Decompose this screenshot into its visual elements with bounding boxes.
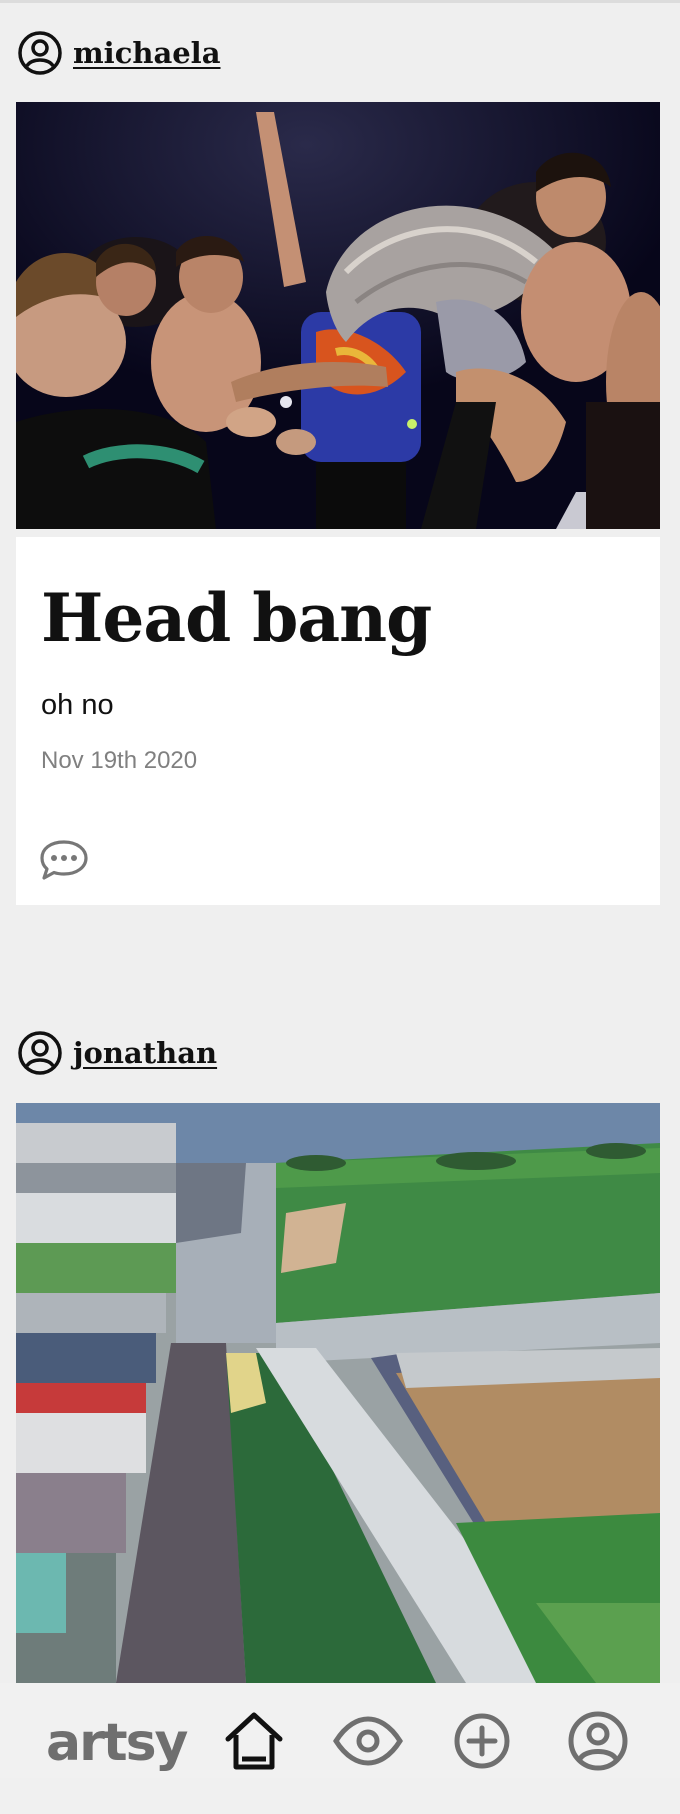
crowd-photo-image (16, 102, 660, 529)
tab-create[interactable] (442, 1701, 522, 1781)
post-card: Head bang oh no Nov 19th 2020 (16, 537, 660, 905)
tab-home[interactable] (214, 1701, 294, 1781)
artsy-logo[interactable]: artsy (46, 1713, 188, 1773)
landscape-painting-image (16, 1103, 660, 1683)
comment-icon[interactable] (38, 837, 90, 883)
post-header: jonathan (17, 1030, 217, 1076)
home-icon (225, 1712, 283, 1770)
user-avatar-icon (18, 1031, 62, 1075)
user-circle-icon (568, 1711, 628, 1771)
post-caption: oh no (41, 689, 114, 721)
username-link[interactable]: michaela (73, 36, 221, 70)
post-photo-landscape[interactable] (16, 1103, 660, 1683)
user-avatar-icon (18, 31, 62, 75)
username-link[interactable]: jonathan (73, 1036, 217, 1070)
post-date: Nov 19th 2020 (41, 747, 198, 774)
tab-discover[interactable] (328, 1701, 408, 1781)
eye-icon (333, 1716, 403, 1766)
tab-profile[interactable] (558, 1701, 638, 1781)
post-photo-crowd[interactable] (16, 102, 660, 529)
plus-circle-icon (454, 1713, 510, 1769)
bottom-tab-bar: artsy (0, 1683, 680, 1814)
top-divider (0, 0, 680, 3)
post-header: michaela (17, 30, 221, 76)
post-title: Head bang (41, 579, 432, 657)
